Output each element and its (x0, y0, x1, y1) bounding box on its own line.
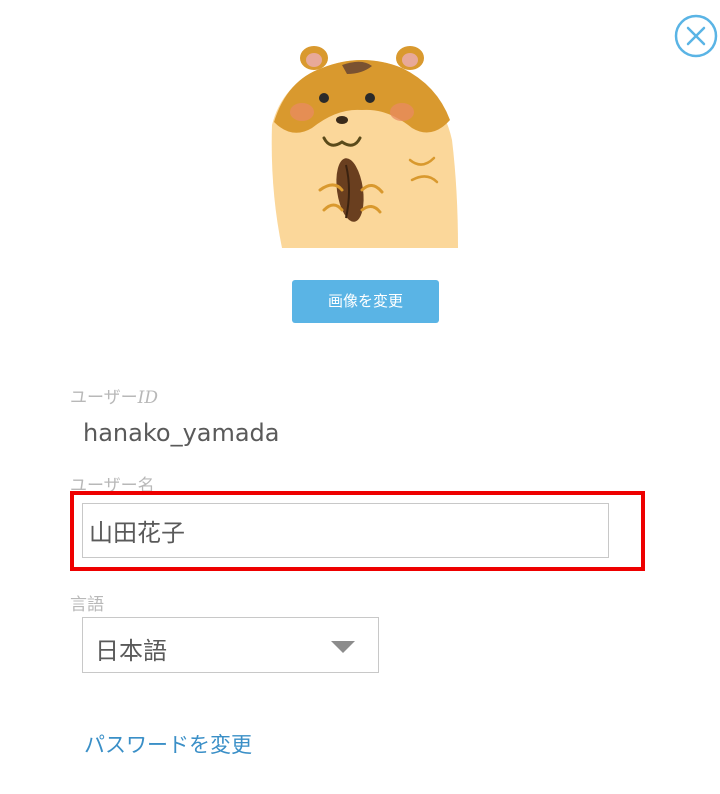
language-select[interactable]: 日本語 (82, 617, 379, 673)
language-label: 言語 (70, 595, 104, 615)
triangle-down-icon (331, 641, 355, 653)
close-icon (674, 14, 718, 58)
user-id-label-suffix: ID (137, 388, 159, 408)
change-image-button[interactable]: 画像を変更 (292, 280, 439, 323)
language-selected-value: 日本語 (95, 637, 167, 665)
user-id-label-prefix: ユーザー (70, 388, 138, 408)
hamster-avatar-image (271, 46, 458, 248)
change-password-link[interactable]: パスワードを変更 (84, 729, 252, 759)
user-id-value: hanako_yamada (83, 419, 280, 447)
user-id-label: ユーザーID (70, 383, 158, 408)
avatar (262, 40, 462, 250)
close-button[interactable] (672, 12, 720, 60)
user-name-input[interactable] (82, 503, 609, 558)
